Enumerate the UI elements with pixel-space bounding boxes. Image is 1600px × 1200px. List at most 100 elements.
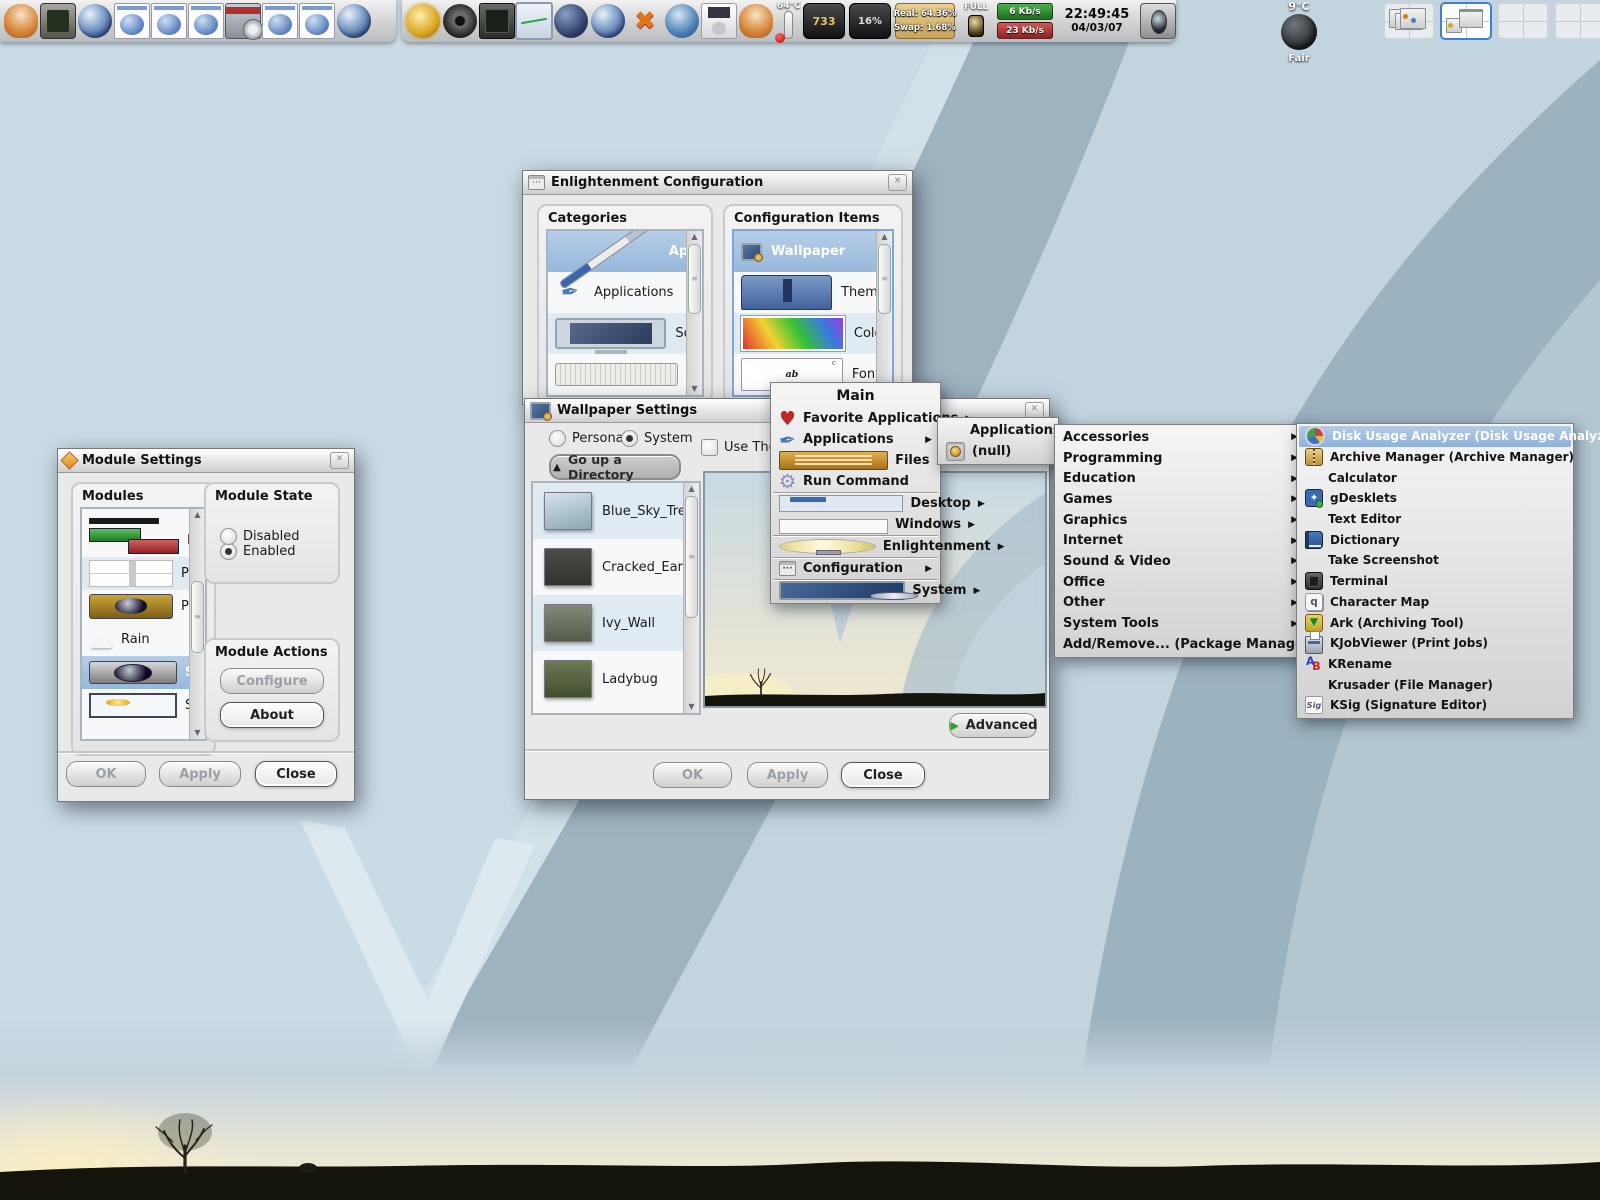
module-row[interactable]: Pager xyxy=(82,557,189,590)
menu-item[interactable]: KJobViewer (Print Jobs) xyxy=(1299,633,1571,654)
menu-item[interactable]: (null) xyxy=(940,441,1056,462)
cpu-load-module[interactable]: 16% xyxy=(849,3,891,39)
quill-icon xyxy=(555,278,585,308)
category-row[interactable]: Applications xyxy=(548,272,686,313)
menu-item[interactable]: Configuration xyxy=(773,557,938,579)
menu-item[interactable]: Ark (Archiving Tool) xyxy=(1299,612,1571,633)
advanced-button[interactable]: Advanced xyxy=(949,713,1037,738)
close-button[interactable]: Close xyxy=(255,761,337,787)
scrollbar-thumb[interactable] xyxy=(685,496,698,618)
menu-item[interactable]: Sound & Video xyxy=(1057,551,1304,572)
module-row[interactable]: Screenshot xyxy=(82,656,189,689)
titlebar[interactable]: Module Settings ✕ xyxy=(58,449,354,473)
radio-icon xyxy=(220,528,237,545)
menu-item[interactable]: Krusader (File Manager) xyxy=(1299,674,1571,695)
scrollbar[interactable]: ▲ ▼ xyxy=(876,231,892,395)
radio-system[interactable]: System xyxy=(621,430,692,447)
radio-disabled[interactable]: Disabled xyxy=(220,528,352,545)
xchat-icon xyxy=(628,4,662,38)
weather-condition: Fair xyxy=(1288,53,1309,64)
menu-item[interactable]: Favorite Applications xyxy=(773,408,938,429)
config-item-row[interactable]: Colors xyxy=(734,313,876,354)
ok-button[interactable]: OK xyxy=(66,761,146,787)
menu-item[interactable]: Education xyxy=(1057,468,1304,489)
go-up-directory-button[interactable]: Go up a Directory xyxy=(549,454,681,480)
battery-module[interactable]: FULL xyxy=(959,2,993,40)
wallpaper-row[interactable]: Ladybug xyxy=(533,651,683,707)
memory-module[interactable]: Real: 64.36% Swap: 1.68% xyxy=(895,3,955,39)
menu-item[interactable]: KSig (Signature Editor) xyxy=(1299,695,1571,716)
menu-item[interactable]: KRename xyxy=(1299,654,1571,675)
scrollbar-thumb[interactable] xyxy=(878,244,891,314)
menu-item[interactable]: Run Command xyxy=(773,471,938,492)
menu-item[interactable]: System xyxy=(773,579,938,601)
clock-module[interactable]: 22:49:45 04/03/07 xyxy=(1057,8,1137,34)
radio-personal[interactable]: Personal xyxy=(549,430,627,447)
pager-desktop-4[interactable] xyxy=(1554,2,1600,40)
temperature-module[interactable]: 64°C xyxy=(777,2,799,40)
wallpaper-row[interactable]: Blue_Sky_Tree xyxy=(533,483,683,539)
scrollbar[interactable]: ▲ ▼ xyxy=(686,231,702,395)
web-document-icon xyxy=(188,3,224,39)
menu-item[interactable]: Internet xyxy=(1057,530,1304,551)
scrollbar-thumb[interactable] xyxy=(191,581,204,653)
pager-desktop-2-active[interactable] xyxy=(1440,2,1492,40)
menu-item[interactable]: Text Editor xyxy=(1299,509,1571,530)
weather-gadget[interactable]: 9°C Fair xyxy=(1268,1,1330,64)
menu-item[interactable]: Graphics xyxy=(1057,510,1304,531)
menu-item[interactable]: Accessories xyxy=(1057,427,1304,448)
menu-item[interactable]: Programming xyxy=(1057,448,1304,469)
menu-item[interactable]: gDesklets xyxy=(1299,488,1571,509)
menu-item[interactable]: Dictionary xyxy=(1299,529,1571,550)
cpu-frequency-module[interactable]: 733 xyxy=(803,3,845,39)
menu-item[interactable]: Archive Manager (Archive Manager) xyxy=(1299,447,1571,468)
config-item-row[interactable]: Wallpaper xyxy=(734,231,876,272)
ok-button[interactable]: OK xyxy=(653,762,732,788)
menu-item[interactable]: Calculator xyxy=(1299,467,1571,488)
menu-item[interactable]: Office xyxy=(1057,572,1304,593)
menu-item[interactable]: Disk Usage Analyzer (Disk Usage Analyzer… xyxy=(1299,426,1571,447)
gdesklets-icon xyxy=(1305,489,1323,507)
wallpaper-row[interactable]: Ivy_Wall xyxy=(533,595,683,651)
menu-item[interactable]: Files xyxy=(773,450,938,471)
menu-item[interactable]: Applications xyxy=(773,429,938,450)
pager-desktop-3[interactable] xyxy=(1497,2,1549,40)
category-row[interactable]: Screen xyxy=(548,313,686,354)
apply-button[interactable]: Apply xyxy=(159,761,241,787)
titlebar[interactable]: Enlightenment Configuration ✕ xyxy=(523,171,912,195)
wallpaper-row[interactable]: Cracked_Earth xyxy=(533,539,683,595)
config-item-row[interactable]: Theme xyxy=(734,272,876,313)
scrollbar-thumb[interactable] xyxy=(688,244,701,314)
module-row[interactable]: Rain xyxy=(82,623,189,656)
close-button[interactable]: ✕ xyxy=(888,174,907,191)
close-button[interactable]: ✕ xyxy=(330,452,349,469)
scrollbar[interactable]: ▲ ▼ xyxy=(683,483,699,713)
menu-item[interactable]: Character Map xyxy=(1299,592,1571,613)
menu-item[interactable]: Add/Remove... (Package Manager) xyxy=(1057,634,1304,655)
menu-item[interactable]: Desktop xyxy=(773,492,938,514)
about-button[interactable]: About xyxy=(220,702,324,728)
ark-icon xyxy=(1305,614,1323,632)
module-row[interactable] xyxy=(82,509,189,524)
screenshot-launcher[interactable] xyxy=(1141,4,1175,38)
module-row[interactable]: Photo xyxy=(82,590,189,623)
menu-item[interactable]: Terminal xyxy=(1299,571,1571,592)
category-row[interactable]: Appearance xyxy=(548,231,686,272)
pager-desktop-1[interactable] xyxy=(1383,2,1435,40)
module-row[interactable]: Net xyxy=(82,524,189,557)
menu-item[interactable]: Games xyxy=(1057,489,1304,510)
menu-item[interactable]: System Tools xyxy=(1057,613,1304,634)
radio-enabled[interactable]: Enabled xyxy=(220,543,352,560)
menu-item[interactable]: Take Screenshot xyxy=(1299,550,1571,571)
menu-item[interactable]: Enlightenment xyxy=(773,535,938,557)
network-module[interactable]: 6 Kb/s 23 Kb/s xyxy=(997,3,1053,39)
menu-item[interactable]: Windows xyxy=(773,514,938,535)
scrollbar[interactable]: ▲ ▼ xyxy=(189,509,205,739)
configure-button[interactable]: Configure xyxy=(220,668,324,694)
apply-button[interactable]: Apply xyxy=(747,762,828,788)
module-row[interactable]: Slideshow xyxy=(82,689,189,722)
menu-item[interactable]: Other xyxy=(1057,593,1304,614)
close-button[interactable]: Close xyxy=(841,762,925,788)
menu-item[interactable]: Applications xyxy=(940,420,1056,441)
category-row[interactable]: Keyboard & Mouse xyxy=(548,354,686,395)
